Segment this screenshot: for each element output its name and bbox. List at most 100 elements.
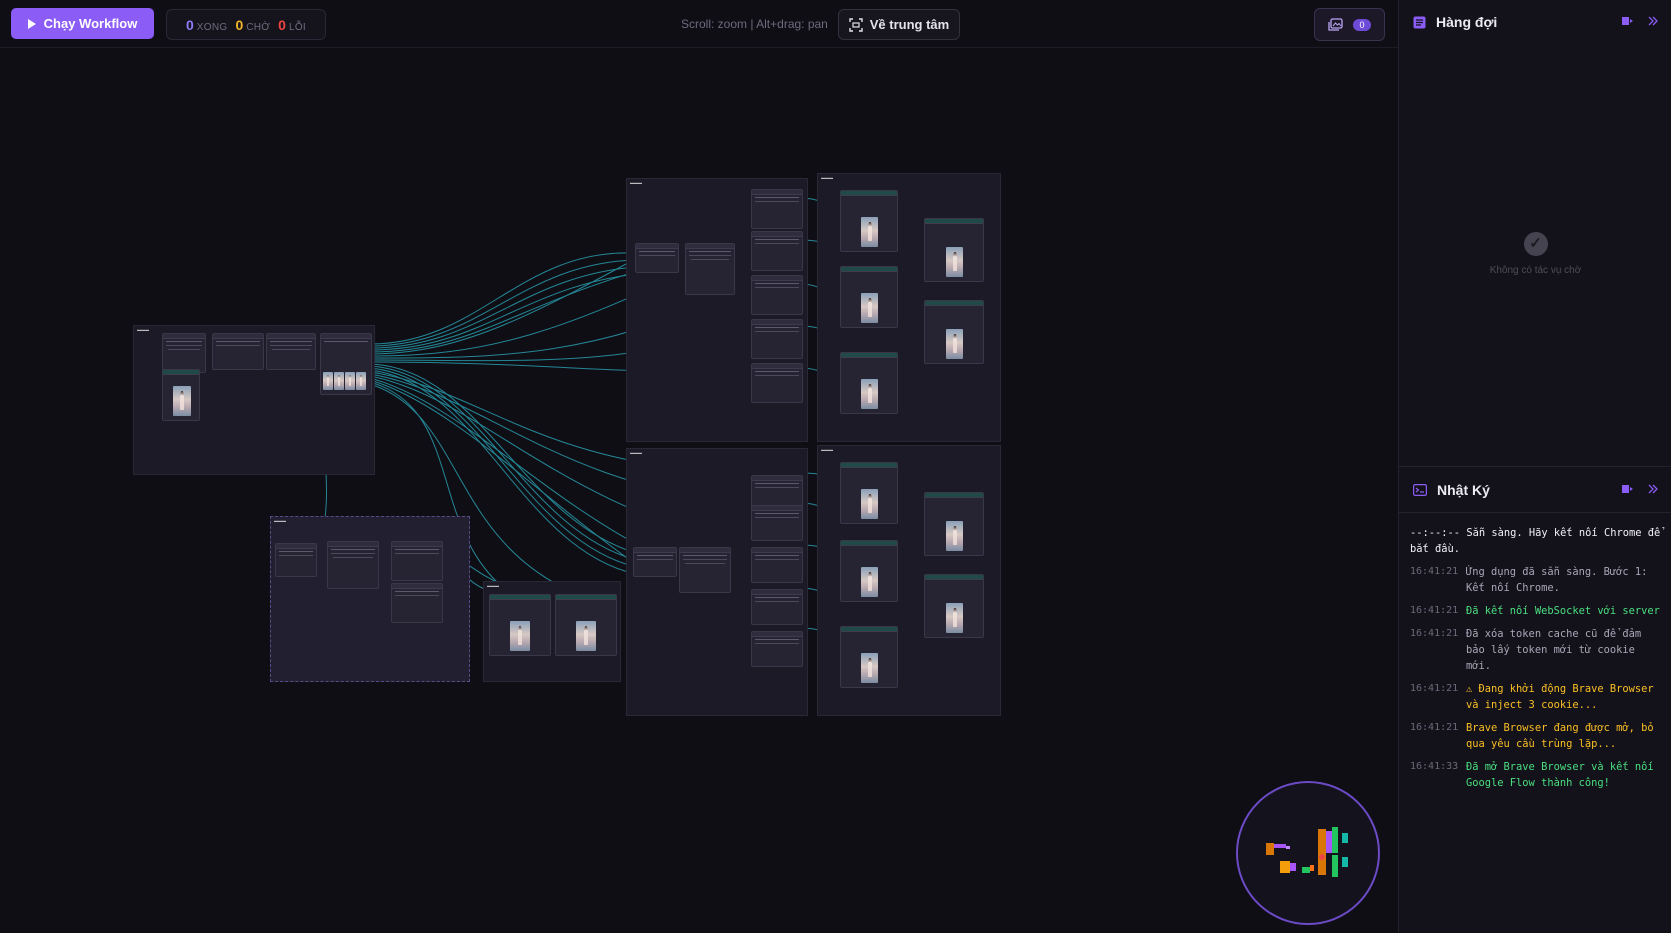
stat-done-value: 0 [186,16,194,33]
node[interactable] [751,631,803,667]
node-image-preview[interactable] [840,190,898,252]
node-image-preview[interactable] [840,462,898,524]
top-toolbar: Chạy Workflow 0 XONG 0 CHỜ 0 LỖI Scroll:… [0,0,1398,48]
node-image-preview[interactable] [840,266,898,328]
gallery-icon [1328,17,1344,31]
terminal-icon [1413,484,1427,496]
node-group-previews-a[interactable]: ▬▬▬ [817,173,1001,442]
node[interactable] [391,541,443,581]
gallery-button[interactable]: 0 [1314,8,1385,41]
image-thumbnail [861,293,878,323]
canvas-hint: Scroll: zoom | Alt+drag: pan [681,17,828,31]
queue-title: Hàng đợi [1436,14,1498,30]
run-stats: 0 XONG 0 CHỜ 0 LỖI [166,9,326,40]
log-message: Đã kết nối WebSocket với server [1466,605,1660,617]
log-entry: 16:41:21 Brave Browser đang được mở, bỏ … [1410,720,1665,752]
log-time: 16:41:21 [1410,683,1459,694]
node-image-preview[interactable] [840,540,898,602]
node[interactable] [751,189,803,229]
image-thumbnail [946,329,963,359]
log-entry: 16:41:21 Đã kết nối WebSocket với server [1410,603,1665,619]
node[interactable] [751,505,803,541]
node[interactable] [275,543,317,577]
node[interactable] [751,231,803,271]
node[interactable] [751,319,803,359]
node-group-prompts-a[interactable]: ▬▬▬ [626,178,808,442]
node[interactable] [635,243,679,273]
stat-pending: 0 CHỜ [235,17,270,33]
node-group-prompts-b[interactable]: ▬▬▬ [626,448,808,716]
group-title-placeholder: ▬▬▬ [630,180,642,185]
log-time: 16:41:21 [1410,722,1459,733]
node-image-preview[interactable] [489,594,551,656]
node[interactable] [679,547,731,593]
group-title-placeholder: ▬▬▬ [630,450,642,455]
image-thumbnail [510,621,530,651]
node[interactable] [751,589,803,625]
run-workflow-button[interactable]: Chạy Workflow [11,8,154,39]
node-group-previews-b[interactable]: ▬▬▬ [817,445,1001,716]
node-group-selected[interactable]: ▬▬▬ [270,516,470,682]
image-thumbnail [356,372,366,390]
image-thumbnail [861,217,878,247]
node-group-outputs[interactable]: ▬▬▬ [483,581,621,682]
queue-collapse-icon[interactable] [1648,15,1658,29]
log-list: --:--:-- Sẵn sàng. Hãy kết nối Chrome để… [1410,525,1665,798]
gallery-count-badge: 0 [1353,18,1371,31]
node-image-preview[interactable] [555,594,617,656]
node-image-input[interactable] [162,369,200,421]
log-entry: 16:41:33 Đã mở Brave Browser và kết nối … [1410,759,1665,791]
node[interactable] [751,275,803,315]
recenter-label: Về trung tâm [869,17,950,32]
stat-done: 0 XONG [186,17,227,33]
group-title-placeholder: ▬▬▬ [274,518,286,523]
log-entry: --:--:-- Sẵn sàng. Hãy kết nối Chrome để… [1410,525,1665,557]
log-message: Ứng dụng đã sẵn sàng. Bước 1: Kết nối Ch… [1466,566,1648,594]
image-thumbnail [946,603,963,633]
queue-empty-state: ✓ Không có tác vụ chờ [1399,232,1671,276]
image-thumbnail [334,372,344,390]
node-image-output[interactable] [320,333,372,395]
workflow-canvas[interactable]: ▬▬▬ ▬▬▬ ▬▬▬ ▬▬▬ ▬▬▬ ▬▬▬ ▬▬▬ [0,48,1398,932]
log-message: ⚠ Đang khởi động Brave Browser và inject… [1466,683,1654,711]
side-panel: Hàng đợi ✓ Không có tác vụ chờ Nhật Ký -… [1398,0,1671,932]
canvas-minimap[interactable] [1236,781,1380,925]
image-thumbnail [345,372,355,390]
play-icon [27,18,36,29]
log-message: Brave Browser đang được mở, bỏ qua yêu c… [1466,722,1654,750]
group-title-placeholder: ▬▬▬ [137,327,149,332]
node[interactable] [212,333,264,370]
log-time: 16:41:21 [1410,628,1459,639]
node[interactable] [391,583,443,623]
log-time: 16:41:21 [1410,605,1459,616]
log-time: --:--:-- [1410,527,1461,539]
log-collapse-icon[interactable] [1648,483,1658,497]
node-image-preview[interactable] [924,218,984,282]
group-title-placeholder: ▬▬▬ [821,447,833,452]
node[interactable] [162,333,206,373]
node-image-preview[interactable] [924,300,984,364]
image-thumbnail [861,653,878,683]
node[interactable] [266,333,316,370]
node-image-preview[interactable] [840,626,898,688]
image-thumbnail [861,567,878,597]
node-group-main[interactable]: ▬▬▬ [133,325,375,475]
recenter-button[interactable]: Về trung tâm [838,9,960,40]
node[interactable] [633,547,677,577]
queue-clear-icon[interactable] [1622,15,1634,29]
node-image-preview[interactable] [840,352,898,414]
log-header: Nhật Ký [1399,468,1671,512]
node[interactable] [751,363,803,403]
check-icon: ✓ [1523,232,1548,256]
node-image-preview[interactable] [924,492,984,556]
log-area[interactable]: --:--:-- Sẵn sàng. Hãy kết nối Chrome để… [1399,512,1671,933]
log-clear-icon[interactable] [1622,483,1634,497]
log-message: Đã mở Brave Browser và kết nối Google Fl… [1466,761,1654,789]
node[interactable] [751,547,803,583]
log-time: 16:41:21 [1410,566,1459,577]
stat-error-label: LỖI [288,21,306,33]
node[interactable] [327,541,379,589]
minimap-drawing [1266,827,1348,877]
node-image-preview[interactable] [924,574,984,638]
node[interactable] [685,243,735,295]
